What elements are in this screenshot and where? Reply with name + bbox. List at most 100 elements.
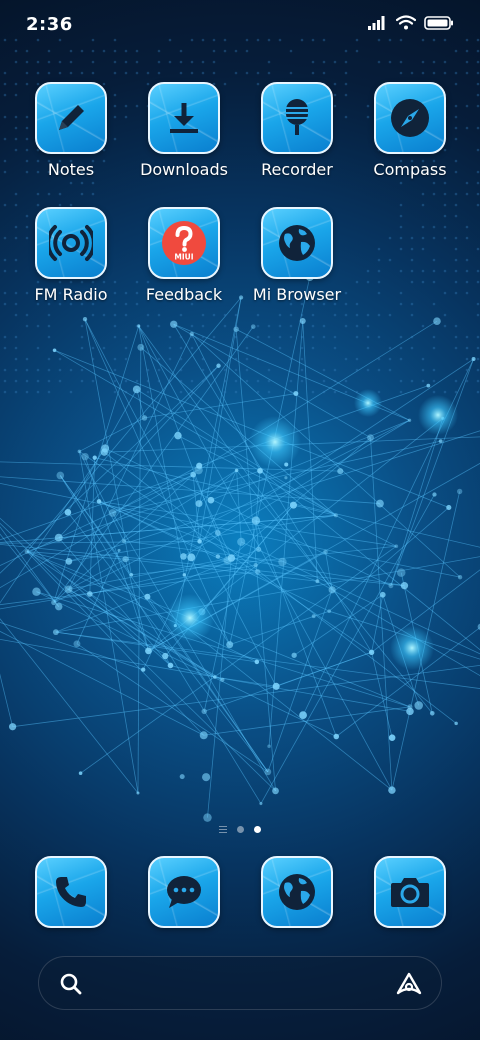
wallpaper-halftone: [58, 379, 62, 383]
wallpaper-halftone: [256, 71, 260, 75]
wallpaper-line: [293, 594, 384, 656]
wallpaper-halftone: [58, 60, 62, 64]
wallpaper-node: [368, 649, 375, 655]
wallpaper-node: [396, 568, 406, 577]
wallpaper-halftone: [25, 368, 29, 372]
wallpaper-halftone: [201, 324, 205, 328]
wallpaper-halftone: [179, 60, 183, 64]
wallpaper-halftone: [476, 49, 480, 53]
wallpaper-halftone: [201, 71, 205, 75]
wallpaper-halftone: [3, 137, 7, 141]
wallpaper-halftone: [14, 390, 18, 394]
wallpaper-halftone: [36, 346, 40, 350]
wallpaper-node: [284, 476, 288, 480]
wallpaper-node: [367, 434, 374, 442]
wallpaper-halftone: [454, 324, 458, 328]
wallpaper-halftone: [443, 203, 447, 207]
wallpaper-halftone: [476, 192, 480, 196]
wallpaper-halftone: [201, 368, 205, 372]
wallpaper-node: [426, 383, 431, 388]
wallpaper-halftone: [234, 390, 238, 394]
wallpaper-halftone: [91, 192, 95, 196]
wallpaper-halftone: [476, 82, 480, 86]
wallpaper-node: [195, 500, 203, 508]
wallpaper-halftone: [80, 71, 84, 75]
wallpaper-halftone: [234, 71, 238, 75]
wallpaper-halftone: [476, 60, 480, 64]
wallpaper-halftone: [454, 203, 458, 207]
wallpaper-line: [137, 347, 142, 793]
dock-messages[interactable]: [129, 856, 239, 928]
dock-browser[interactable]: [242, 856, 352, 928]
wallpaper-halftone: [476, 181, 480, 185]
assistant-icon[interactable]: [395, 971, 423, 997]
wallpaper-halftone: [465, 181, 469, 185]
app-fm-radio[interactable]: FM Radio: [16, 207, 126, 304]
wallpaper-halftone: [245, 346, 249, 350]
app-feedback[interactable]: MIUI Feedback: [129, 207, 239, 304]
page-dot-2[interactable]: [254, 826, 261, 833]
app-compass[interactable]: Compass: [355, 82, 465, 179]
wallpaper-node: [56, 471, 65, 480]
wallpaper-halftone: [355, 302, 359, 306]
dock-camera[interactable]: [355, 856, 465, 928]
search-icon[interactable]: [59, 972, 83, 996]
wallpaper-node: [327, 609, 332, 614]
wallpaper-halftone: [289, 335, 293, 339]
wallpaper-node: [259, 801, 263, 806]
page-dot-1[interactable]: [237, 826, 244, 833]
wallpaper-halftone: [124, 335, 128, 339]
wallpaper-halftone: [476, 335, 480, 339]
wallpaper-halftone: [278, 313, 282, 317]
wallpaper-halftone: [69, 390, 73, 394]
wallpaper-halftone: [410, 236, 414, 240]
wallpaper-line: [214, 676, 277, 687]
dock-phone[interactable]: [16, 856, 126, 928]
wallpaper-halftone: [355, 49, 359, 53]
wallpaper-halftone: [377, 258, 381, 262]
wallpaper-halftone: [289, 49, 293, 53]
wallpaper-glow: [418, 395, 458, 435]
wallpaper-halftone: [245, 335, 249, 339]
app-downloads[interactable]: Downloads: [129, 82, 239, 179]
wallpaper-halftone: [47, 379, 51, 383]
wallpaper-halftone: [245, 368, 249, 372]
wallpaper-halftone: [377, 335, 381, 339]
search-bar[interactable]: [38, 956, 442, 1010]
page-indicator-menu[interactable]: [219, 826, 227, 833]
wallpaper-halftone: [432, 346, 436, 350]
wallpaper-halftone: [47, 368, 51, 372]
wallpaper-node: [323, 549, 328, 555]
wallpaper-halftone: [454, 280, 458, 284]
wallpaper-glow: [354, 389, 382, 417]
wallpaper-halftone: [344, 313, 348, 317]
wallpaper-node: [180, 553, 187, 560]
wallpaper-node: [167, 662, 174, 669]
wallpaper-halftone: [432, 269, 436, 273]
app-recorder[interactable]: Recorder: [242, 82, 352, 179]
wallpaper-halftone: [190, 379, 194, 383]
wallpaper-halftone: [124, 346, 128, 350]
wallpaper-halftone: [58, 192, 62, 196]
wallpaper-halftone: [333, 368, 337, 372]
wallpaper-node: [8, 723, 17, 731]
app-notes[interactable]: Notes: [16, 82, 126, 179]
wallpaper-halftone: [69, 181, 73, 185]
wallpaper-node: [214, 530, 221, 536]
wallpaper-halftone: [399, 269, 403, 273]
wallpaper-halftone: [212, 313, 216, 317]
wallpaper-halftone: [289, 357, 293, 361]
wallpaper-halftone: [245, 49, 249, 53]
wallpaper-halftone: [344, 357, 348, 361]
wallpaper-halftone: [388, 357, 392, 361]
wallpaper-halftone: [476, 280, 480, 284]
wallpaper-node: [207, 496, 215, 504]
wallpaper-halftone: [3, 335, 7, 339]
wallpaper-halftone: [223, 324, 227, 328]
app-mi-browser[interactable]: Mi Browser: [242, 207, 352, 304]
wallpaper-halftone: [146, 71, 150, 75]
wallpaper-halftone: [465, 236, 469, 240]
wallpaper-halftone: [454, 236, 458, 240]
wallpaper-halftone: [432, 280, 436, 284]
wallpaper-halftone: [212, 49, 216, 53]
